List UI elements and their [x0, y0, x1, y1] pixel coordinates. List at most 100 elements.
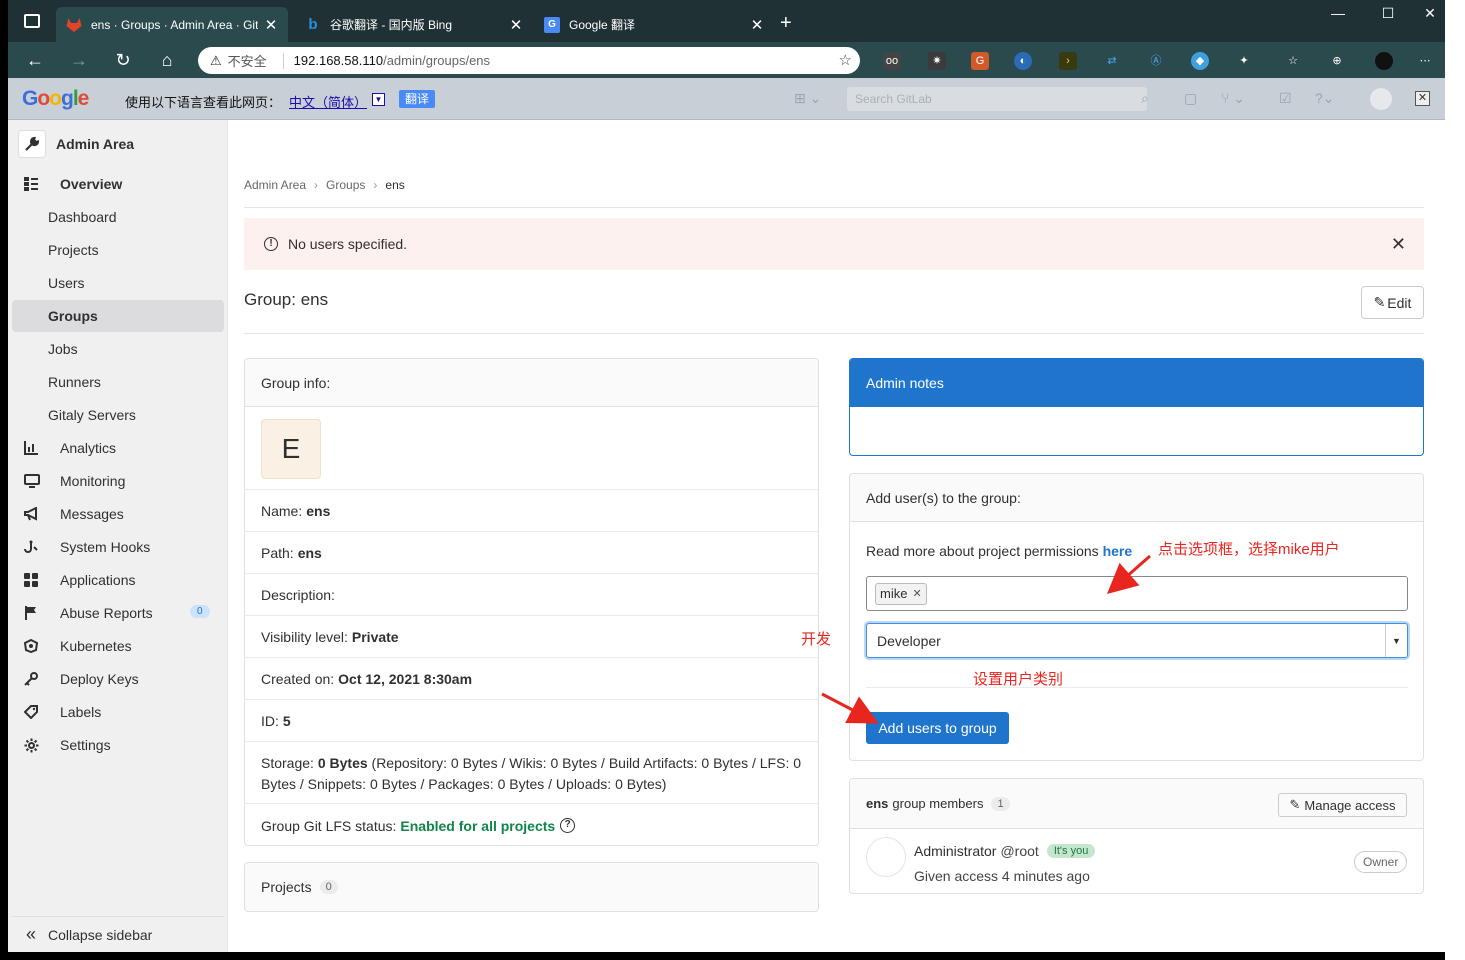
sidebar-item-label: System Hooks [60, 539, 151, 555]
forward-icon[interactable]: → [66, 48, 92, 72]
sidebar-item-gitaly-servers[interactable]: Gitaly Servers [12, 399, 224, 431]
edit-button[interactable]: ✎ Edit [1361, 286, 1424, 319]
sidebar-item-projects[interactable]: Projects [12, 234, 224, 266]
sidebar-item-settings[interactable]: Settings [12, 729, 224, 761]
sidebar-item-labels[interactable]: Labels [12, 696, 224, 728]
role-select[interactable]: Developer ▼ [866, 623, 1408, 658]
extension-terminal-icon[interactable]: › [1059, 52, 1077, 70]
chevron-double-left-icon: « [26, 924, 37, 944]
group-info-header: Group info: [245, 359, 818, 407]
profile-avatar[interactable] [1375, 52, 1393, 70]
sidebar-item-messages[interactable]: Messages [12, 498, 224, 530]
storage-detail: Bytes / Snippets: 0 Bytes / Packages: 0 … [261, 776, 667, 792]
collections-icon[interactable]: ⊕ [1328, 52, 1346, 70]
user-select-input[interactable]: mike ✕ [866, 576, 1408, 611]
sidebar-item-groups[interactable]: Groups [12, 300, 224, 332]
avatar[interactable] [866, 837, 906, 877]
url-field[interactable]: ⚠ 不安全 192.168.58.110 /admin/groups/ens ☆ [198, 47, 860, 74]
manage-access-button[interactable]: ✎ Manage access [1278, 793, 1407, 817]
url-path: /admin/groups/ens [383, 53, 491, 68]
close-icon[interactable]: ✕ [750, 16, 764, 34]
translate-message: 使用以下语言查看此网页： [125, 95, 282, 110]
group-info-card: Group info: E Name: ens Path: ens Descript… [244, 358, 819, 846]
extension-reader-icon[interactable]: oo [883, 52, 901, 70]
chevron-down-icon[interactable]: ▼ [372, 93, 385, 106]
permissions-link[interactable]: here [1103, 543, 1133, 559]
issues-icon[interactable]: ☑ [1279, 90, 1292, 107]
question-icon[interactable]: ? [560, 818, 576, 833]
close-icon[interactable]: ✕ [1391, 234, 1406, 255]
favorite-star-icon[interactable]: ☆ [839, 51, 852, 69]
search-input[interactable]: Search GitLab [847, 87, 1147, 111]
divider [244, 333, 1424, 334]
role-value: Developer [877, 632, 941, 649]
extension-g-icon[interactable]: G [971, 52, 989, 70]
merge-request-icon[interactable]: ⑂ ⌄ [1221, 90, 1245, 107]
collapse-label: Collapse sidebar [48, 926, 153, 943]
tab-bing[interactable]: b 谷歌翻译 - 国内版 Bing ✕ [295, 7, 533, 42]
sidebar-item-abuse-reports[interactable]: Abuse Reports 0 [12, 597, 224, 629]
kubernetes-icon [24, 639, 44, 653]
alert-circle-icon: ! [264, 237, 278, 251]
extension-a-icon[interactable]: Ⓐ [1147, 52, 1165, 70]
sidebar-item-monitoring[interactable]: Monitoring [12, 465, 224, 497]
group-name-row: Name: ens [245, 489, 818, 531]
maximize-icon[interactable]: ☐ [1374, 5, 1402, 22]
admin-notes-header: Admin notes [850, 359, 1423, 407]
close-icon[interactable]: ✕ [509, 16, 523, 34]
back-icon[interactable]: ← [22, 48, 48, 72]
edit-icon: ✎ [1289, 797, 1301, 812]
member-username: @root [1000, 843, 1039, 859]
sidebar-item-overview[interactable]: Overview [12, 168, 224, 200]
help-icon[interactable]: ?⌄ [1315, 90, 1335, 107]
extension-sync-icon[interactable]: ⇄ [1103, 52, 1121, 70]
projects-count-badge: 0 [319, 880, 338, 894]
more-icon[interactable]: ⋯ [1416, 52, 1434, 70]
sidebar-item-applications[interactable]: Applications [12, 564, 224, 596]
chevron-down-icon[interactable]: ▼ [1385, 624, 1407, 657]
new-tab-icon[interactable]: + [780, 12, 792, 35]
tab-google-translate[interactable]: G Google 翻译 ✕ [534, 7, 774, 42]
tab-actions-icon[interactable] [24, 14, 40, 28]
sidebar-item-runners[interactable]: Runners [12, 366, 224, 398]
selected-user-token[interactable]: mike ✕ [875, 582, 927, 605]
close-window-icon[interactable]: ✕ [1416, 5, 1444, 22]
sidebar-item-analytics[interactable]: Analytics [12, 432, 224, 464]
translate-button[interactable]: 翻译 [399, 90, 436, 108]
sidebar-item-deploy-keys[interactable]: Deploy Keys [12, 663, 224, 695]
address-bar: ← → ↻ ⌂ ⚠ 不安全 192.168.58.110 /admin/grou… [8, 42, 1445, 78]
minimize-icon[interactable]: — [1324, 5, 1352, 21]
user-avatar[interactable] [1370, 88, 1392, 110]
favorites-icon[interactable]: ☆ [1284, 52, 1302, 70]
grid-icon [24, 573, 44, 587]
plus-square-icon[interactable]: ⊞ ⌄ [794, 90, 821, 107]
collapse-sidebar-button[interactable]: « Collapse sidebar [12, 916, 224, 952]
extension-circle-icon[interactable]: ◐ [1014, 52, 1032, 70]
close-icon[interactable]: ✕ [264, 16, 278, 34]
search-icon[interactable]: ⌕ [1141, 90, 1149, 107]
sidebar-item-dashboard[interactable]: Dashboard [12, 201, 224, 233]
extensions-puzzle-icon[interactable]: ✦ [1235, 52, 1253, 70]
todo-icon[interactable]: ▢ [1184, 90, 1197, 107]
breadcrumb-current[interactable]: ens [385, 178, 404, 192]
divider [866, 687, 1408, 688]
extension-spider-icon[interactable]: ✷ [928, 52, 946, 70]
translate-language-link[interactable]: 中文（简体） [289, 92, 367, 111]
extension-shield-icon[interactable]: ◆ [1191, 52, 1209, 70]
refresh-icon[interactable]: ↻ [110, 48, 136, 72]
error-alert: ! No users specified. ✕ [244, 218, 1424, 270]
remove-icon[interactable]: ✕ [912, 587, 921, 600]
tab-gitlab[interactable]: ens · Groups · Admin Area · GitLa ✕ [56, 7, 288, 42]
sidebar-item-kubernetes[interactable]: Kubernetes [12, 630, 224, 662]
breadcrumb-admin-area[interactable]: Admin Area [244, 178, 306, 192]
add-users-button[interactable]: Add users to group [866, 712, 1009, 744]
sidebar-header[interactable]: Admin Area [18, 128, 134, 160]
sidebar-item-jobs[interactable]: Jobs [12, 333, 224, 365]
close-icon[interactable]: ✕ [1415, 91, 1430, 106]
home-icon[interactable]: ⌂ [154, 48, 180, 72]
sidebar-item-users[interactable]: Users [12, 267, 224, 299]
breadcrumb-groups[interactable]: Groups [326, 178, 365, 192]
member-display-name[interactable]: Administrator [914, 843, 996, 859]
sidebar-item-system-hooks[interactable]: System Hooks [12, 531, 224, 563]
created-value: Oct 12, 2021 8:30am [338, 670, 473, 687]
